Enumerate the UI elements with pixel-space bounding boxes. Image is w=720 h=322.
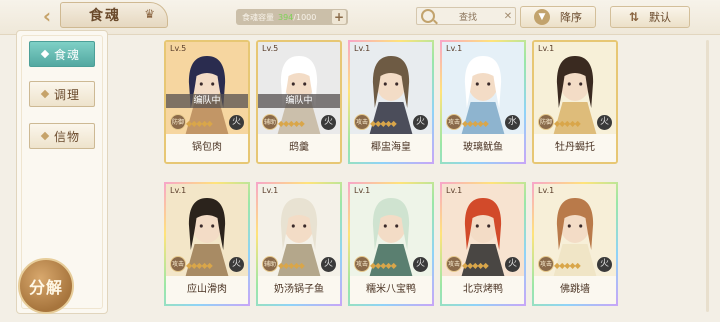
diamond-icon [40, 131, 50, 141]
card-name: 牡丹蝎托 [534, 134, 616, 162]
tab-conditioning[interactable]: 调理 [29, 81, 95, 107]
crown-icon: ♛ [144, 7, 157, 21]
element-badge-icon: 火 [505, 257, 520, 272]
level-label: Lv.1 [354, 44, 371, 53]
element-badge-icon: 火 [597, 257, 612, 272]
diamond-icon [40, 89, 50, 99]
capacity-current: 394 [278, 12, 294, 22]
sort-mode-button[interactable]: ⇅ 默认 [610, 6, 690, 28]
food-soul-card[interactable]: Lv.1 攻击 ◆◆◆◆◆ 火 糯米八宝鸭 [348, 182, 434, 306]
star-rating: ◆◆◆◆◆ [370, 261, 397, 270]
food-soul-card[interactable]: Lv.1 攻击 ◆◆◆◆◆ 水 玻璃鱿鱼 [440, 40, 526, 164]
food-soul-card[interactable]: Lv.1 攻击 ◆◆◆◆◆ 火 椰盅海皇 [348, 40, 434, 164]
class-icon: 防御 [538, 114, 554, 130]
star-rating: ◆◆◆◆◆ [554, 119, 581, 128]
page-title: 食魂 ♛ [60, 2, 168, 28]
level-label: Lv.1 [446, 44, 463, 53]
star-rating: ◆◆◆◆◆ [186, 261, 213, 270]
star-rating: ◆◆◆◆◆ [278, 119, 305, 128]
card-name: 应山滑肉 [166, 276, 248, 304]
diamond-icon [40, 49, 50, 59]
food-soul-card[interactable]: Lv.1 攻击 ◆◆◆◆◆ 火 佛跳墙 [532, 182, 618, 306]
sort-mode-label: 默认 [649, 11, 672, 24]
card-name: 北京烤鸭 [442, 276, 524, 304]
class-icon: 辅助 [262, 114, 278, 130]
star-rating: ◆◆◆◆◆ [278, 261, 305, 270]
element-badge-icon: 水 [505, 115, 520, 130]
food-soul-card[interactable]: Lv.5 编队中 辅助 ◆◆◆◆◆ 火 鸱羹 [256, 40, 342, 164]
element-badge-icon: 火 [413, 115, 428, 130]
in-team-ribbon: 编队中 [258, 94, 340, 108]
tab-food-souls[interactable]: 食魂 [29, 41, 95, 67]
level-label: Lv.1 [170, 186, 187, 195]
level-label: Lv.5 [262, 44, 279, 53]
decompose-label: 分解 [28, 278, 63, 297]
scrollbar[interactable] [706, 40, 709, 312]
star-rating: ◆◆◆◆◆ [554, 261, 581, 270]
in-team-ribbon: 编队中 [166, 94, 248, 108]
food-soul-card[interactable]: Lv.5 编队中 防御 ◆◆◆◆◆ 火 锅包肉 [164, 40, 250, 164]
food-soul-card[interactable]: Lv.1 攻击 ◆◆◆◆◆ 火 应山滑肉 [164, 182, 250, 306]
sort-order-button[interactable]: ▼ 降序 [520, 6, 596, 28]
class-icon: 攻击 [446, 256, 462, 272]
star-rating: ◆◆◆◆◆ [186, 119, 213, 128]
card-name: 糯米八宝鸭 [350, 276, 432, 304]
level-label: Lv.1 [446, 186, 463, 195]
card-name: 锅包肉 [166, 134, 248, 162]
sort-icon: ⇅ [628, 10, 640, 24]
food-soul-card[interactable]: Lv.1 防御 ◆◆◆◆◆ 火 牡丹蝎托 [532, 40, 618, 164]
sort-order-label: 降序 [560, 11, 582, 24]
star-rating: ◆◆◆◆◆ [462, 119, 489, 128]
card-name: 鸱羹 [258, 134, 340, 162]
capacity-display: 食魂容量 394 /1000 + [236, 9, 348, 25]
element-badge-icon: 火 [321, 257, 336, 272]
class-icon: 辅助 [262, 256, 278, 272]
level-label: Lv.1 [262, 186, 279, 195]
chevron-down-icon: ▼ [534, 9, 550, 25]
capacity-max: /1000 [293, 12, 317, 22]
tab-label: 食魂 [54, 47, 81, 62]
back-arrow-icon: ‹ [42, 4, 52, 28]
element-badge-icon: 火 [229, 257, 244, 272]
search-placeholder: 查找 [458, 12, 477, 23]
element-badge-icon: 火 [229, 115, 244, 130]
class-icon: 攻击 [538, 256, 554, 272]
card-name: 奶汤锅子鱼 [258, 276, 340, 304]
food-soul-card[interactable]: Lv.1 攻击 ◆◆◆◆◆ 火 北京烤鸭 [440, 182, 526, 306]
element-badge-icon: 火 [597, 115, 612, 130]
level-label: Lv.1 [538, 186, 555, 195]
card-name: 佛跳墙 [534, 276, 616, 304]
capacity-label: 食魂容量 [242, 12, 274, 22]
top-bar: ‹ 食魂 ♛ 食魂容量 394 /1000 + 查找 ✕ ▼ 降序 ⇅ 默认 [0, 0, 720, 35]
star-rating: ◆◆◆◆◆ [370, 119, 397, 128]
star-rating: ◆◆◆◆◆ [462, 261, 489, 270]
add-capacity-button[interactable]: + [332, 10, 346, 24]
decompose-button[interactable]: 分解 [18, 258, 74, 314]
element-badge-icon: 火 [413, 257, 428, 272]
class-icon: 攻击 [446, 114, 462, 130]
level-label: Lv.1 [538, 44, 555, 53]
element-badge-icon: 火 [321, 115, 336, 130]
level-label: Lv.1 [354, 186, 371, 195]
page-title-label: 食魂 [89, 8, 121, 24]
clear-icon[interactable]: ✕ [501, 11, 515, 22]
class-icon: 攻击 [170, 256, 186, 272]
search-icon [421, 9, 435, 23]
tab-tokens[interactable]: 信物 [29, 123, 95, 149]
card-name: 玻璃鱿鱼 [442, 134, 524, 162]
search-input[interactable]: 查找 ✕ [416, 7, 516, 25]
card-name: 椰盅海皇 [350, 134, 432, 162]
food-soul-card[interactable]: Lv.1 辅助 ◆◆◆◆◆ 火 奶汤锅子鱼 [256, 182, 342, 306]
level-label: Lv.5 [170, 44, 187, 53]
food-soul-grid: Lv.5 编队中 防御 ◆◆◆◆◆ 火 锅包肉 Lv.5 编队中 辅助 ◆◆◆◆… [164, 40, 694, 322]
class-icon: 攻击 [354, 114, 370, 130]
class-icon: 防御 [170, 114, 186, 130]
tab-label: 信物 [54, 129, 81, 144]
class-icon: 攻击 [354, 256, 370, 272]
tab-label: 调理 [54, 87, 81, 102]
